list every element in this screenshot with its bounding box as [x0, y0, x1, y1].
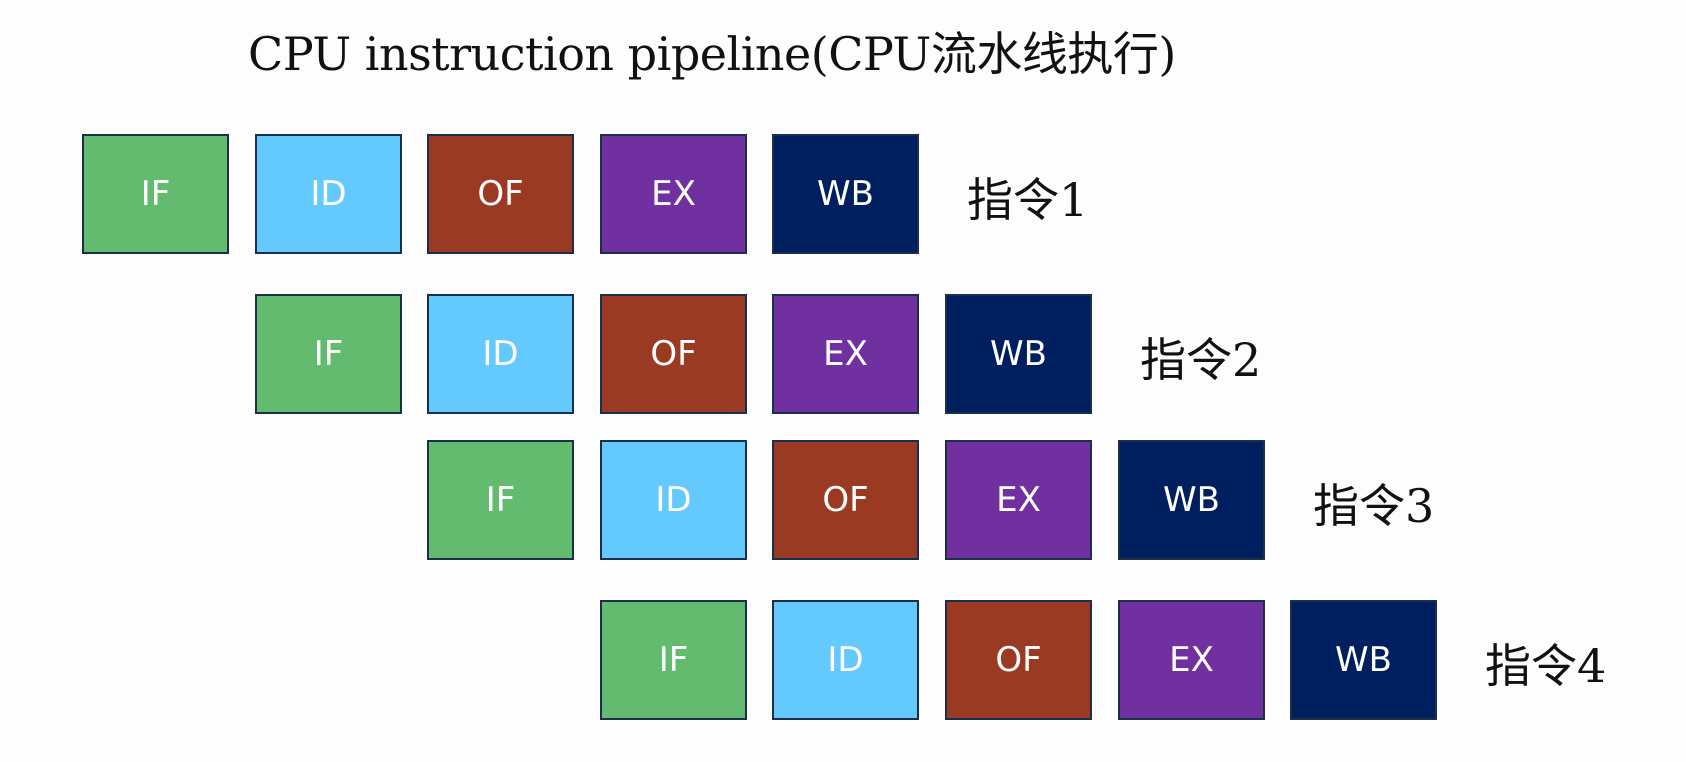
stage-of-instr-2: OF — [600, 294, 747, 414]
stage-if-instr-2: IF — [255, 294, 402, 414]
stage-of-instr-1: OF — [427, 134, 574, 254]
stage-ex-instr-2: EX — [772, 294, 919, 414]
stage-id-instr-3: ID — [600, 440, 747, 560]
stage-of-instr-4: OF — [945, 600, 1092, 720]
pipeline-diagram: CPU instruction pipeline(CPU流水线执行) IF ID O… — [0, 0, 1686, 762]
stage-id-instr-1: ID — [255, 134, 402, 254]
stage-id-instr-4: ID — [772, 600, 919, 720]
diagram-title: CPU instruction pipeline(CPU流水线执行) — [248, 27, 1176, 81]
instruction-label-4: 指令4 — [1485, 639, 1607, 693]
instruction-label-2: 指令2 — [1140, 333, 1262, 387]
stage-if-instr-3: IF — [427, 440, 574, 560]
stage-ex-instr-1: EX — [600, 134, 747, 254]
stage-id-instr-2: ID — [427, 294, 574, 414]
stage-ex-instr-4: EX — [1118, 600, 1265, 720]
stage-wb-instr-2: WB — [945, 294, 1092, 414]
stage-wb-instr-4: WB — [1290, 600, 1437, 720]
stage-wb-instr-3: WB — [1118, 440, 1265, 560]
instruction-label-3: 指令3 — [1313, 479, 1435, 533]
stage-of-instr-3: OF — [772, 440, 919, 560]
stage-ex-instr-3: EX — [945, 440, 1092, 560]
stage-if-instr-1: IF — [82, 134, 229, 254]
instruction-label-1: 指令1 — [967, 173, 1089, 227]
stage-if-instr-4: IF — [600, 600, 747, 720]
stage-wb-instr-1: WB — [772, 134, 919, 254]
